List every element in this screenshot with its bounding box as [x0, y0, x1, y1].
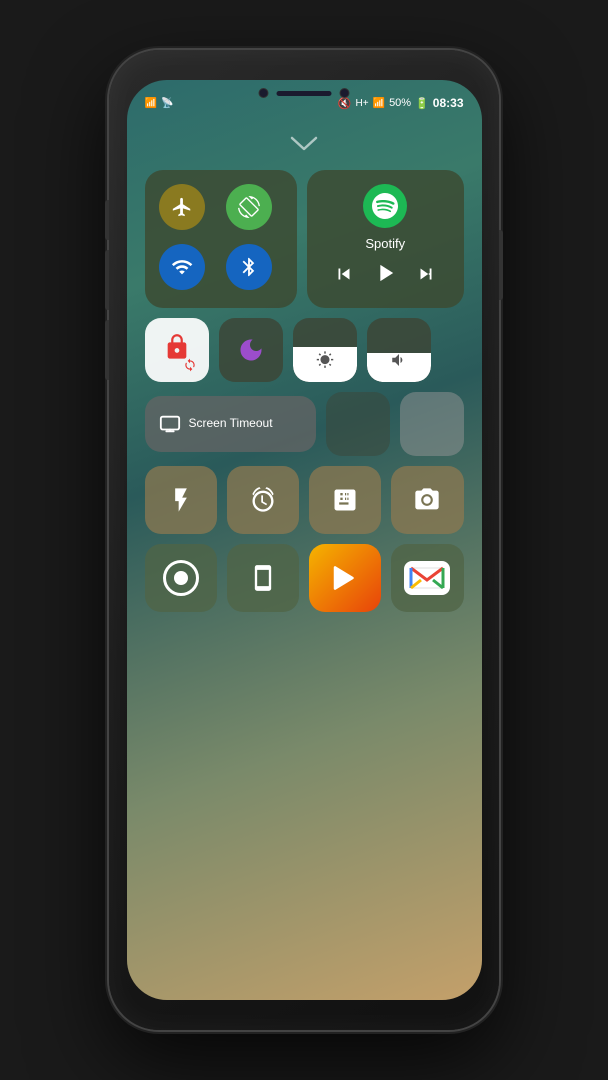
row-connectivity-spotify: Spotify — [145, 170, 464, 308]
row-app-shortcuts — [145, 544, 464, 612]
media-controls — [333, 259, 437, 294]
row-screen-timeout: Screen Timeout — [145, 392, 464, 456]
bixby-button[interactable] — [105, 320, 109, 380]
phone-screen: 📶 📡 🔇 H+ 📶 50% 🔋 08:33 — [127, 80, 482, 1000]
prev-track-button[interactable] — [333, 263, 355, 291]
flashlight-button[interactable] — [145, 466, 217, 534]
phone-frame: 📶 📡 🔇 H+ 📶 50% 🔋 08:33 — [109, 50, 499, 1030]
volume-icon — [390, 351, 408, 374]
screen-timeout-label: Screen Timeout — [189, 416, 273, 432]
speaker — [277, 91, 332, 96]
volume-slider[interactable] — [367, 318, 431, 382]
status-right-icons: 🔇 H+ 📶 50% 🔋 08:33 — [338, 96, 464, 110]
camera-area — [259, 88, 350, 98]
sensor — [340, 88, 350, 98]
blank-tile-1 — [326, 392, 390, 456]
camera-button[interactable] — [391, 466, 463, 534]
timer-button[interactable] — [227, 466, 299, 534]
clock: 08:33 — [433, 96, 464, 110]
airplane-mode-button[interactable] — [159, 184, 205, 230]
screen-recorder-button[interactable] — [145, 544, 217, 612]
wifi-status-icon: 📡 — [161, 98, 173, 109]
signal-bars-icon: 📶 — [373, 98, 385, 109]
play-button[interactable] — [371, 259, 399, 294]
battery-icon: 🔋 — [415, 97, 429, 110]
spotify-panel: Spotify — [307, 170, 464, 308]
connectivity-panel — [145, 170, 298, 308]
row-quick-actions — [145, 466, 464, 534]
mobile-hotspot-button[interactable] — [227, 544, 299, 612]
control-center: Spotify — [145, 170, 464, 612]
calculator-button[interactable] — [309, 466, 381, 534]
battery-percent: 50% — [389, 97, 411, 109]
volume-up-button[interactable] — [105, 200, 109, 240]
network-icon: H+ — [356, 98, 369, 109]
spotify-icon[interactable] — [363, 184, 407, 228]
rotation-lock-button[interactable] — [226, 184, 272, 230]
orientation-lock-button[interactable] — [145, 318, 209, 382]
brightness-icon — [316, 351, 334, 374]
volume-down-button[interactable] — [105, 250, 109, 310]
mute-icon: 🔇 — [338, 97, 352, 110]
wifi-button[interactable] — [159, 244, 205, 290]
status-bar: 📶 📡 🔇 H+ 📶 50% 🔋 08:33 — [127, 80, 482, 118]
spotify-label: Spotify — [365, 236, 405, 251]
next-track-button[interactable] — [415, 263, 437, 291]
lock-icon-wrap — [163, 333, 191, 368]
collapse-chevron[interactable] — [290, 135, 318, 158]
power-button[interactable] — [499, 230, 503, 300]
do-not-disturb-button[interactable] — [219, 318, 283, 382]
blank-tile-2 — [400, 392, 464, 456]
brightness-slider[interactable] — [293, 318, 357, 382]
front-camera — [259, 88, 269, 98]
screen-timeout-button[interactable]: Screen Timeout — [145, 396, 316, 452]
signal-icon: 📶 — [145, 98, 157, 109]
play-store-button[interactable] — [309, 544, 381, 612]
row-lock-moon-sliders — [145, 318, 464, 382]
status-left-icons: 📶 📡 — [145, 98, 174, 109]
gmail-button[interactable] — [391, 544, 463, 612]
bluetooth-button[interactable] — [226, 244, 272, 290]
